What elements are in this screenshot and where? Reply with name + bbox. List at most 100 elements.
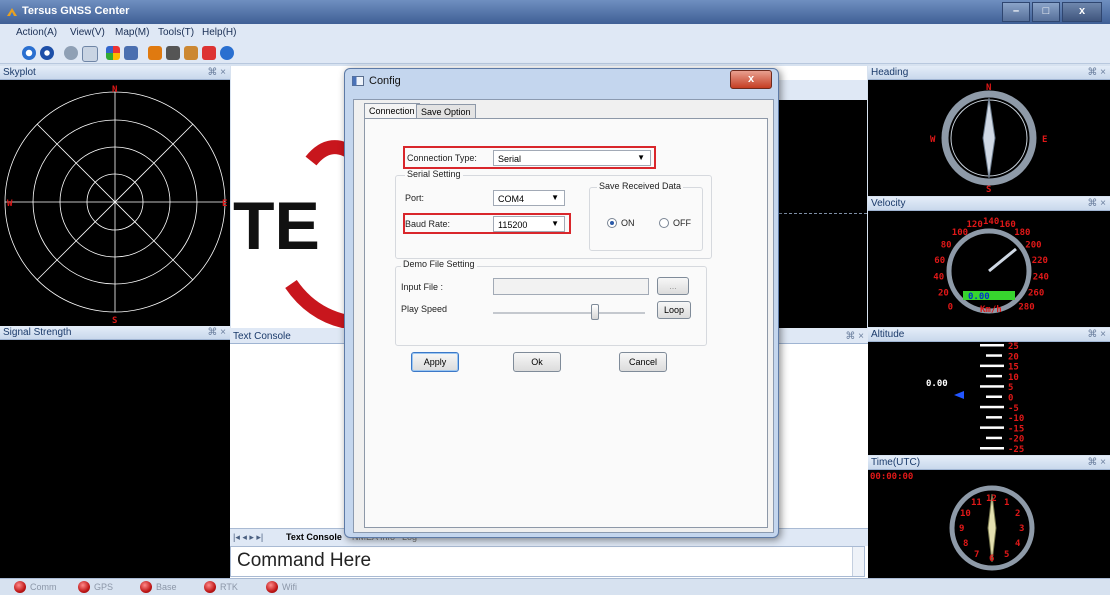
heading-south-label: S bbox=[986, 185, 991, 195]
help-icon[interactable] bbox=[220, 46, 234, 60]
disconnect-icon[interactable] bbox=[40, 46, 54, 60]
tool-icon[interactable] bbox=[166, 46, 180, 60]
radio-on-label: ON bbox=[621, 218, 635, 228]
satellite-icon[interactable] bbox=[184, 46, 198, 60]
skyplot-chart: N S W E bbox=[0, 80, 230, 326]
panel-pin-icon[interactable]: ⌘ × bbox=[207, 327, 226, 338]
status-led-icon bbox=[266, 581, 278, 593]
clock-number: 9 bbox=[959, 524, 964, 534]
panel-pin-icon[interactable]: ⌘ × bbox=[1087, 457, 1106, 468]
altitude-tick-label: -10 bbox=[1008, 414, 1024, 424]
altitude-readout: 0.00 bbox=[926, 379, 948, 389]
radio-off[interactable] bbox=[659, 218, 669, 228]
menu-map[interactable]: Map(M) bbox=[115, 27, 149, 38]
velocity-readout: 0.00 bbox=[968, 292, 990, 302]
signal-strength-chart bbox=[0, 340, 230, 578]
panel-pin-icon[interactable]: ⌘ × bbox=[1087, 329, 1106, 340]
users-icon[interactable] bbox=[124, 46, 138, 60]
clock-number: 10 bbox=[960, 509, 971, 519]
command-placeholder: Command Here bbox=[237, 550, 372, 571]
toolbar bbox=[0, 42, 1110, 64]
menu-action[interactable]: Action(A) bbox=[16, 27, 57, 38]
clock-number: 11 bbox=[971, 498, 982, 508]
close-window-button[interactable]: x bbox=[1062, 2, 1102, 22]
velocity-tick-label: 260 bbox=[1028, 289, 1044, 299]
tab-nav-arrows-icon[interactable]: |◂ ◂ ▸ ▸| bbox=[233, 532, 263, 543]
altitude-tick-label: 10 bbox=[1008, 373, 1019, 383]
skyplot-north-label: N bbox=[112, 85, 117, 95]
menu-help[interactable]: Help(H) bbox=[202, 27, 236, 38]
altitude-tick-mark bbox=[980, 385, 1004, 388]
radio-on[interactable] bbox=[607, 218, 617, 228]
maximize-button[interactable]: □ bbox=[1032, 2, 1060, 22]
clock-number: 3 bbox=[1019, 524, 1024, 534]
status-comm: Comm bbox=[14, 581, 57, 593]
menu-bar: Action(A) View(V) Map(M) Tools(T) Help(H… bbox=[0, 24, 1110, 42]
signal-strength-panel: Signal Strength ⌘ × bbox=[0, 326, 230, 578]
pen-icon[interactable] bbox=[148, 46, 162, 60]
panel-pin-icon[interactable]: ⌘ × bbox=[207, 67, 226, 78]
demo-file-label: Demo File Setting bbox=[401, 259, 477, 269]
time-clock: 00:00:00 12 12 3 45678 9 1011 bbox=[868, 470, 1110, 578]
window-icon[interactable] bbox=[82, 46, 98, 62]
apply-button[interactable]: Apply bbox=[411, 352, 459, 372]
panel-pin-icon[interactable]: ⌘ × bbox=[1087, 198, 1106, 209]
loop-button[interactable]: Loop bbox=[657, 301, 691, 319]
menu-tools[interactable]: Tools(T) bbox=[158, 27, 194, 38]
status-base: Base bbox=[140, 581, 177, 593]
minimize-button[interactable]: – bbox=[1002, 2, 1030, 22]
google-icon[interactable] bbox=[106, 46, 120, 60]
skyplot-east-label: E bbox=[222, 199, 227, 209]
skyplot-panel: Skyplot ⌘ × N S W E bbox=[0, 66, 230, 326]
skyplot-south-label: S bbox=[112, 316, 117, 326]
ok-button[interactable]: Ok bbox=[513, 352, 561, 372]
panel-pin-icon[interactable]: ⌘ × bbox=[845, 331, 864, 342]
heading-east-label: E bbox=[1042, 135, 1047, 145]
altitude-tick-label: 25 bbox=[1008, 342, 1019, 352]
window-titlebar: Tersus GNSS Center – □ x bbox=[0, 0, 1110, 24]
connection-tab-page: Connection Type: Serial ▼ Serial Setting … bbox=[364, 118, 768, 528]
velocity-tick-label: 220 bbox=[1032, 256, 1048, 266]
velocity-tick-label: 60 bbox=[934, 256, 945, 266]
menu-view[interactable]: View(V) bbox=[70, 27, 105, 38]
command-scrollbar[interactable] bbox=[852, 547, 864, 576]
highlight-baud-rate bbox=[403, 213, 571, 234]
altitude-tick-mark bbox=[980, 447, 1004, 450]
tab-text-console[interactable]: Text Console bbox=[286, 532, 342, 542]
altitude-tick-label: 20 bbox=[1008, 352, 1019, 362]
panel-pin-icon[interactable]: ⌘ × bbox=[1087, 67, 1106, 78]
play-speed-slider[interactable] bbox=[591, 304, 599, 320]
signal-strength-title: Signal Strength bbox=[3, 327, 72, 338]
dialog-close-button[interactable]: x bbox=[730, 70, 772, 89]
serial-setting-label: Serial Setting bbox=[405, 169, 463, 179]
text-console-title: Text Console bbox=[233, 331, 291, 342]
heading-north-label: N bbox=[986, 83, 991, 93]
altitude-title: Altitude bbox=[871, 329, 905, 340]
logo-text: TE bbox=[233, 188, 320, 264]
altitude-tick-label: -15 bbox=[1008, 424, 1024, 434]
eraser-icon[interactable] bbox=[202, 46, 216, 60]
cancel-button[interactable]: Cancel bbox=[619, 352, 667, 372]
velocity-tick-label: 180 bbox=[1014, 228, 1030, 238]
velocity-tick-label: 0 bbox=[948, 302, 953, 312]
radio-off-label: OFF bbox=[673, 218, 691, 228]
port-select[interactable]: COM4 ▼ bbox=[493, 190, 565, 206]
status-led-icon bbox=[204, 581, 216, 593]
command-input[interactable]: Command Here bbox=[230, 546, 865, 577]
browse-button[interactable]: ... bbox=[657, 277, 689, 295]
altitude-tick-mark bbox=[980, 364, 1004, 368]
velocity-tick-label: 120 bbox=[967, 220, 983, 230]
gear-icon[interactable] bbox=[64, 46, 78, 60]
skyplot-west-label: W bbox=[7, 199, 13, 209]
status-wifi: Wifi bbox=[266, 581, 297, 593]
input-file-field[interactable] bbox=[493, 278, 649, 295]
tab-connection[interactable]: Connection bbox=[364, 103, 420, 119]
connect-icon[interactable] bbox=[22, 46, 36, 60]
time-panel: Time(UTC) ⌘ × 00:00:00 12 1 2 3 4 5 6 7 8 9 10 11 bbox=[868, 456, 1110, 578]
save-received-label: Save Received Data bbox=[597, 181, 684, 191]
play-speed-label: Play Speed bbox=[401, 304, 448, 314]
clock-number: 7 bbox=[974, 550, 979, 560]
altitude-tick-label: -5 bbox=[1008, 404, 1019, 414]
altitude-tick-mark bbox=[980, 426, 1004, 429]
status-gps: GPS bbox=[78, 581, 113, 593]
